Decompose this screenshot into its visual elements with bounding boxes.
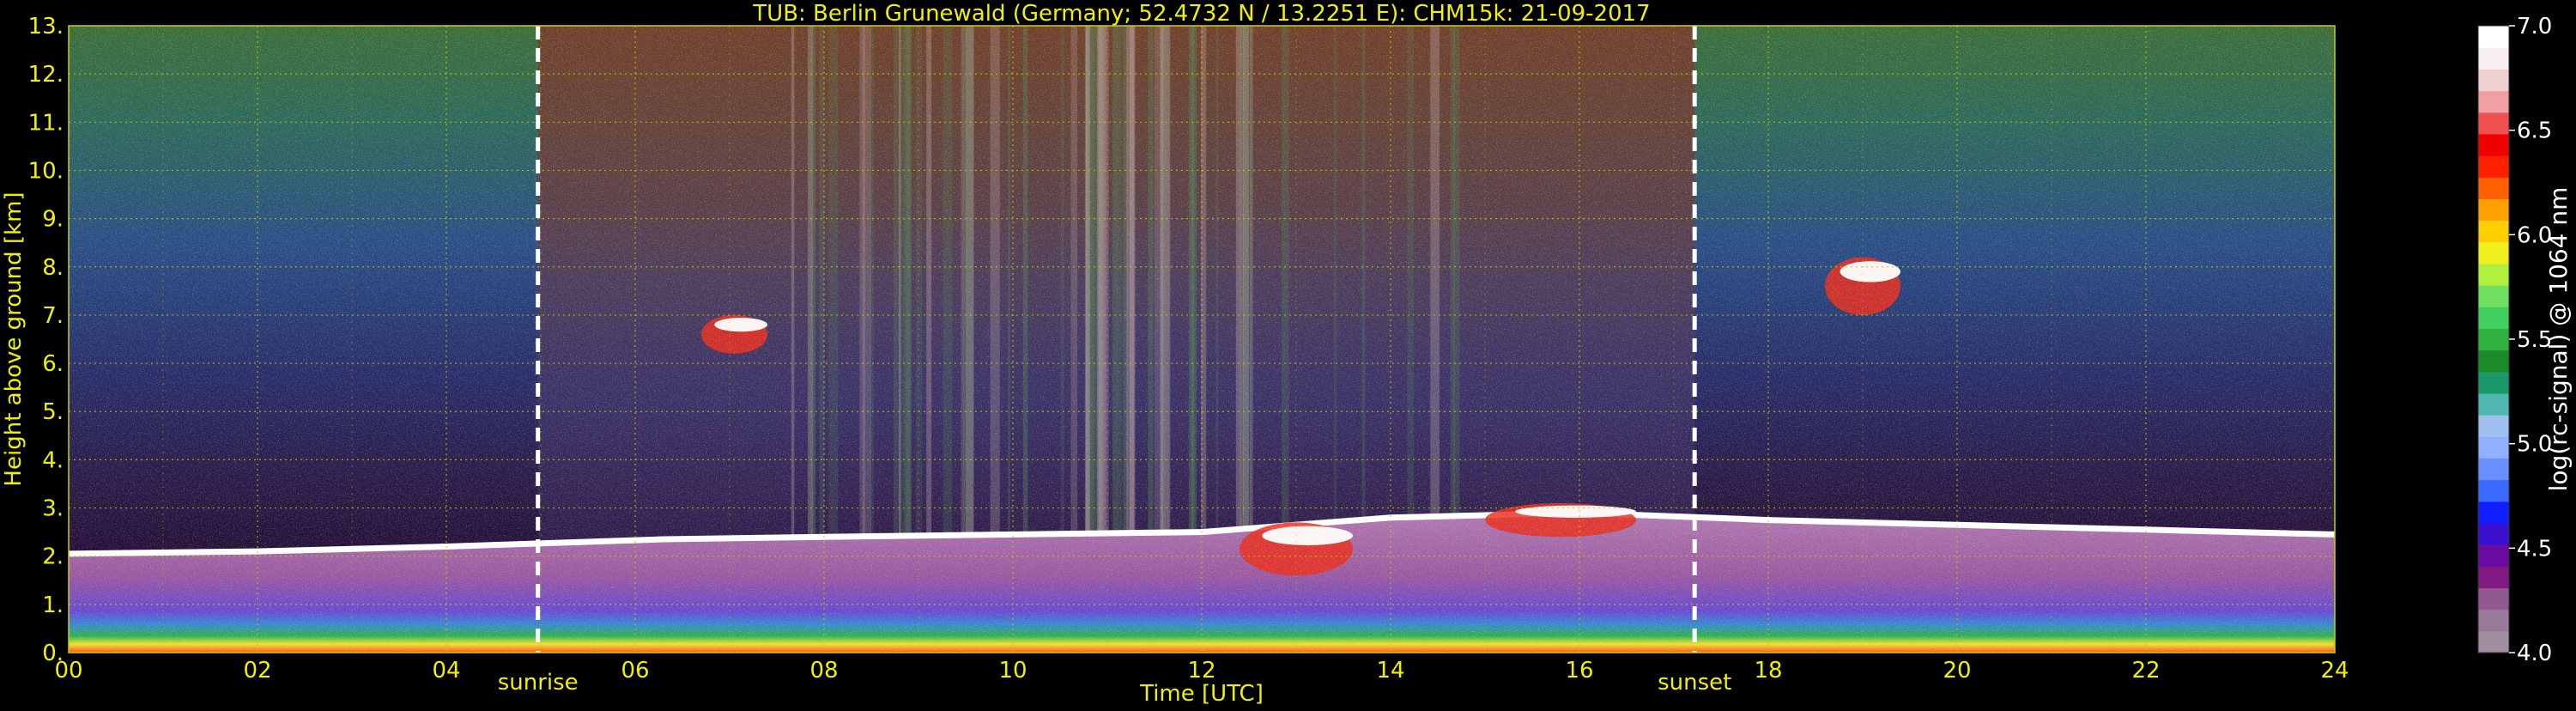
colorbar-swatch bbox=[2478, 220, 2509, 243]
colorbar-swatch bbox=[2478, 522, 2509, 545]
colorbar-swatch bbox=[2478, 479, 2509, 502]
colorbar-swatch bbox=[2478, 198, 2509, 222]
y-tick-label: 3. bbox=[42, 496, 64, 522]
colorbar-swatch bbox=[2478, 458, 2509, 481]
colorbar-swatch bbox=[2478, 392, 2509, 416]
colorbar-swatch bbox=[2478, 263, 2509, 286]
sunrise-label: sunrise bbox=[498, 670, 579, 696]
colorbar-swatch bbox=[2478, 285, 2509, 307]
colorbar-swatch bbox=[2478, 630, 2509, 653]
x-tick-label: 16 bbox=[1565, 658, 1593, 684]
colorbar-swatch bbox=[2478, 501, 2509, 524]
x-tick-label: 20 bbox=[1943, 658, 1971, 684]
x-tick-label: 22 bbox=[2131, 658, 2160, 684]
colorbar-swatch bbox=[2478, 415, 2509, 437]
x-tick-label: 02 bbox=[243, 658, 271, 684]
colorbar-swatch bbox=[2478, 371, 2509, 394]
y-tick-label: 0. bbox=[42, 641, 64, 666]
x-tick-label: 06 bbox=[621, 658, 649, 684]
y-tick-label: 9. bbox=[42, 207, 64, 233]
y-tick-label: 7. bbox=[42, 303, 64, 329]
x-tick-label: 04 bbox=[432, 658, 460, 684]
x-tick-label: 18 bbox=[1754, 658, 1782, 684]
colorbar-swatch bbox=[2478, 112, 2509, 135]
colorbar-tick-label: 7.0 bbox=[2517, 14, 2552, 40]
colorbar-swatch bbox=[2478, 26, 2509, 48]
y-tick-label: 12. bbox=[28, 62, 64, 88]
colorbar-swatch bbox=[2478, 90, 2509, 113]
x-tick-label: 14 bbox=[1376, 658, 1404, 684]
chart-title: TUB: Berlin Grunewald (Germany; 52.4732 … bbox=[752, 1, 1650, 27]
colorbar-swatch bbox=[2478, 609, 2509, 632]
colorbar-swatch bbox=[2478, 436, 2509, 459]
colorbar-swatch bbox=[2478, 155, 2509, 178]
colorbar-tick-label: 4.5 bbox=[2517, 536, 2552, 562]
y-tick-label: 8. bbox=[42, 255, 64, 281]
y-axis-label: Height above ground [km] bbox=[1, 191, 27, 486]
y-tick-label: 4. bbox=[42, 447, 64, 473]
x-tick-labels: 00 02 04 06 08 10 12 14 16 18 20 22 24 bbox=[54, 658, 2349, 684]
colorbar-tick-label: 4.0 bbox=[2517, 641, 2552, 666]
y-tick-label: 1. bbox=[42, 592, 64, 618]
x-tick-label: 08 bbox=[809, 658, 838, 684]
colorbar-swatch bbox=[2478, 177, 2509, 199]
colorbar-swatch bbox=[2478, 544, 2509, 567]
colorbar-swatch bbox=[2478, 133, 2509, 156]
colorbar-swatch bbox=[2478, 47, 2509, 70]
x-axis-label: Time [UTC] bbox=[1139, 681, 1264, 707]
ceilometer-chart: sunrise sunset 00 02 04 06 08 10 12 14 16 18 20 22 24… bbox=[0, 0, 2576, 708]
colorbar-tick-label: 6.5 bbox=[2517, 118, 2552, 144]
colorbar-swatch bbox=[2478, 349, 2509, 373]
colorbar-swatch bbox=[2478, 328, 2509, 351]
colorbar-swatch bbox=[2478, 587, 2509, 611]
colorbar-swatch bbox=[2478, 566, 2509, 589]
colorbar-label: log(rc-signal) @ 1064 nm bbox=[2544, 187, 2573, 492]
y-tick-label: 10. bbox=[28, 158, 64, 184]
colorbar: 4.04.55.05.56.06.57.0 log(rc-signal) @ 1… bbox=[2477, 14, 2573, 666]
y-tick-label: 2. bbox=[42, 544, 64, 570]
x-tick-label: 24 bbox=[2320, 658, 2349, 684]
y-tick-label: 5. bbox=[42, 399, 64, 425]
y-tick-label: 6. bbox=[42, 351, 64, 377]
y-tick-labels: 0. 1. 2. 3. 4. 5. 6. 7. 8. 9. 10. 11. 12. 13. bbox=[28, 14, 64, 666]
chart-svg: sunrise sunset 00 02 04 06 08 10 12 14 16 18 20 22 24… bbox=[1, 1, 2573, 707]
colorbar-swatch bbox=[2478, 307, 2509, 330]
colorbar-swatch bbox=[2478, 241, 2509, 264]
sunset-label: sunset bbox=[1658, 670, 1731, 696]
y-tick-label: 13. bbox=[28, 14, 64, 40]
x-tick-label: 10 bbox=[998, 658, 1027, 684]
colorbar-swatch bbox=[2478, 69, 2509, 92]
colorbar-swatches bbox=[2478, 26, 2509, 653]
y-tick-label: 11. bbox=[28, 110, 64, 136]
x-tick-label: 12 bbox=[1187, 658, 1215, 684]
